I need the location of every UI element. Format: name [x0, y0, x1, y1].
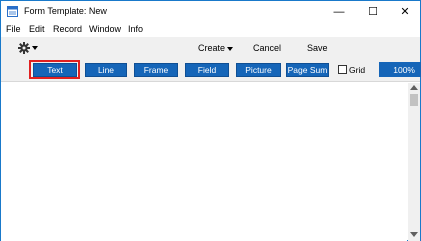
- save-button[interactable]: Save: [307, 43, 328, 53]
- window-title: Form Template: New: [24, 6, 107, 16]
- menu-info[interactable]: Info: [128, 24, 143, 34]
- cancel-button[interactable]: Cancel: [253, 43, 281, 53]
- form-app-icon: [7, 6, 18, 17]
- maximize-icon: ☐: [368, 6, 378, 18]
- scroll-down-icon[interactable]: [410, 232, 418, 237]
- form-template-window: Form Template: New — ☐ ✕ File Edit Recor…: [0, 0, 421, 241]
- close-button[interactable]: ✕: [388, 1, 421, 22]
- zoom-select[interactable]: 100%: [379, 62, 421, 77]
- close-icon: ✕: [400, 6, 410, 18]
- grid-checkbox[interactable]: [338, 65, 347, 74]
- minimize-icon: —: [333, 5, 345, 18]
- menu-file[interactable]: File: [6, 24, 21, 34]
- gear-icon: [18, 42, 30, 54]
- settings-menu-button[interactable]: [18, 41, 40, 55]
- selection-highlight: [29, 60, 80, 79]
- zoom-value: 100%: [393, 64, 415, 75]
- scrollbar-thumb[interactable]: [410, 94, 418, 106]
- chevron-down-icon: [227, 46, 234, 51]
- vertical-scrollbar[interactable]: [408, 83, 420, 241]
- tool-field-button[interactable]: Field: [185, 63, 229, 77]
- form-design-canvas[interactable]: [1, 83, 407, 241]
- menu-edit[interactable]: Edit: [29, 24, 45, 34]
- create-label: Create: [198, 43, 226, 53]
- minimize-button[interactable]: —: [322, 1, 356, 22]
- scroll-up-icon[interactable]: [410, 85, 418, 90]
- tool-picture-button[interactable]: Picture: [236, 63, 281, 77]
- tool-frame-button[interactable]: Frame: [134, 63, 178, 77]
- grid-label: Grid: [349, 65, 366, 75]
- tool-page-sum-button[interactable]: Page Sum: [286, 63, 329, 77]
- chevron-down-icon: [32, 46, 38, 50]
- maximize-button[interactable]: ☐: [356, 1, 390, 22]
- create-button[interactable]: Create: [198, 43, 234, 53]
- tool-line-button[interactable]: Line: [85, 63, 127, 77]
- menu-window[interactable]: Window: [89, 24, 121, 34]
- menu-record[interactable]: Record: [53, 24, 82, 34]
